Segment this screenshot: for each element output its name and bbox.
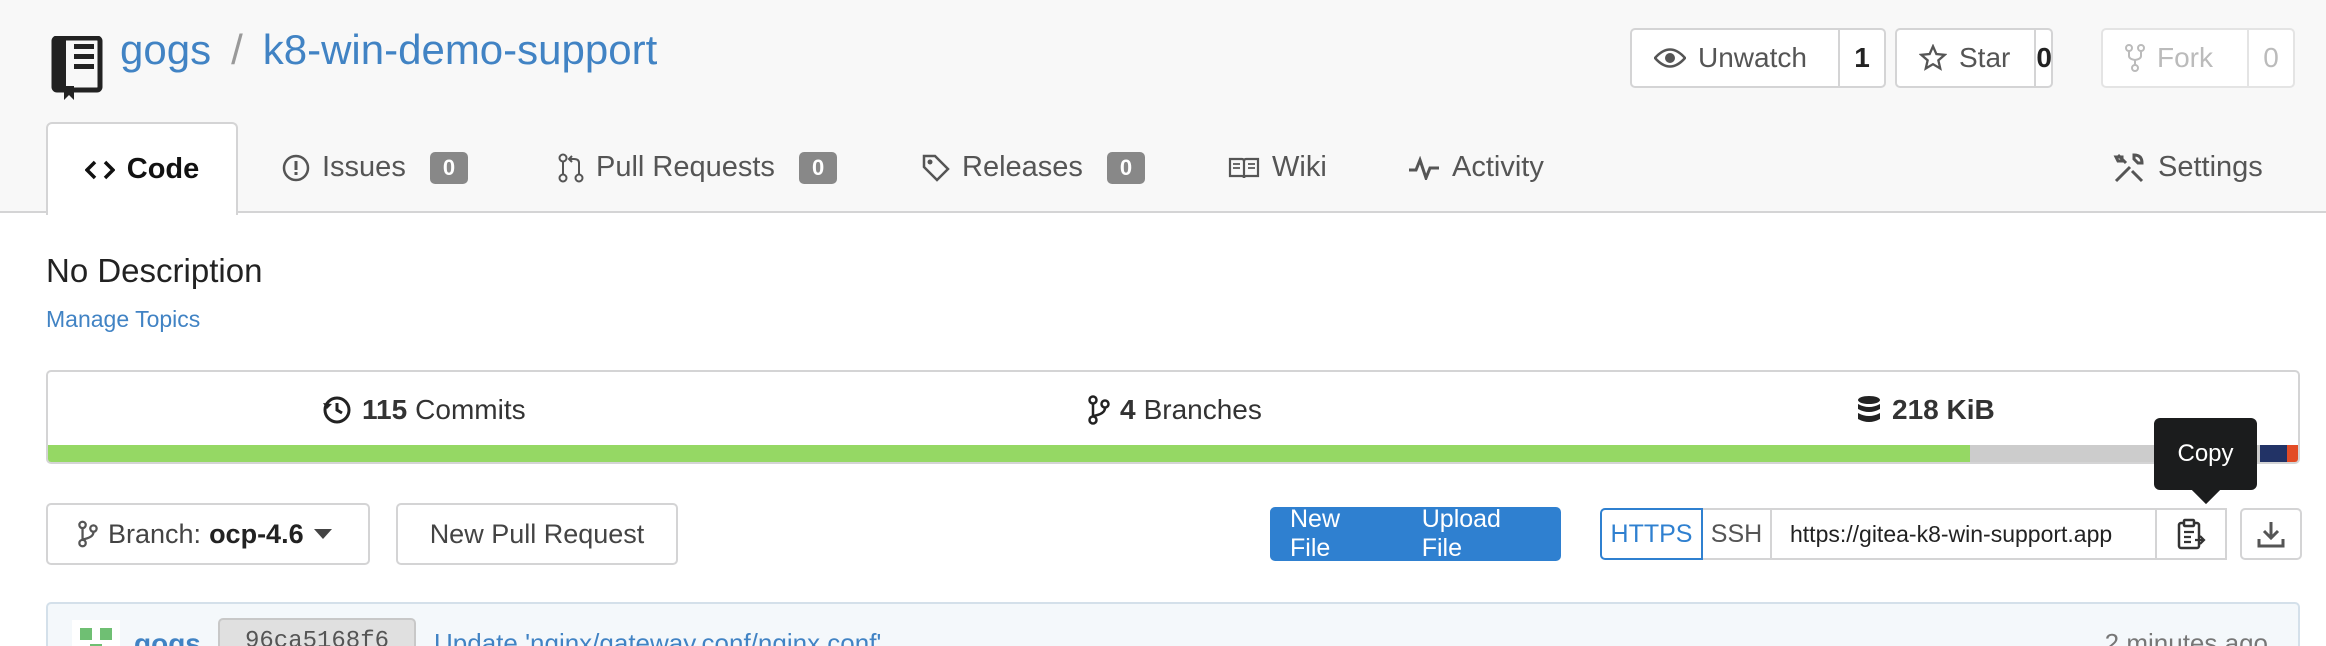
repo-owner-link[interactable]: gogs xyxy=(120,26,211,73)
language-bar-segment xyxy=(2259,445,2287,462)
commit-message-link[interactable]: Update 'nginx/gateway.conf/nginx.conf' xyxy=(434,628,881,646)
copy-url-button[interactable] xyxy=(2155,508,2227,560)
branches-label: Branches xyxy=(1143,394,1262,425)
download-button[interactable] xyxy=(2240,508,2302,560)
tab-code-label: Code xyxy=(126,153,200,185)
repo-description: No Description xyxy=(46,252,263,289)
tab-wiki-label: Wiki xyxy=(1272,151,1327,183)
releases-count-badge: 0 xyxy=(1106,151,1146,184)
download-icon xyxy=(2257,522,2285,548)
latest-commit-row: gogs 96ca5168f6 Update 'nginx/gateway.co… xyxy=(46,602,2300,646)
fork-count: 0 xyxy=(2263,42,2279,73)
pulls-count-badge: 0 xyxy=(798,151,838,184)
repo-header: gogs / k8-win-demo-support Unwatch 1 Star … xyxy=(0,0,2326,215)
branches-count: 4 xyxy=(1120,394,1136,425)
watch-button-group: Unwatch 1 xyxy=(1630,28,1886,88)
clone-url-input[interactable]: https://gitea-k8-win-support.app xyxy=(1772,508,2155,560)
language-bar-segment xyxy=(2286,445,2298,462)
commits-count: 115 xyxy=(362,394,408,425)
unwatch-label: Unwatch xyxy=(1698,42,1807,73)
clipboard-icon xyxy=(2177,518,2206,550)
star-button-group: Star 0 xyxy=(1895,28,2053,88)
new-file-button[interactable]: New File xyxy=(1270,505,1402,563)
tab-settings[interactable]: Settings xyxy=(2112,122,2263,213)
branch-dropdown[interactable]: Branch: ocp-4.6 xyxy=(46,503,370,565)
tab-releases[interactable]: Releases 0 xyxy=(922,122,1146,213)
clone-https-button[interactable]: HTTPS xyxy=(1600,508,1703,560)
tab-wiki[interactable]: Wiki xyxy=(1228,122,1327,213)
star-count[interactable]: 0 xyxy=(2036,30,2052,86)
repo-stats-panel: 115 Commits 4 Branches 218 KiB xyxy=(46,370,2300,464)
language-bar-segment xyxy=(48,445,1970,462)
branch-icon xyxy=(78,520,98,548)
fork-label: Fork xyxy=(2157,42,2213,73)
commit-time: 2 minutes ago xyxy=(2104,628,2268,646)
new-pull-request-button[interactable]: New Pull Request xyxy=(396,503,678,565)
issue-icon xyxy=(282,154,310,181)
tab-issues-label: Issues xyxy=(322,151,406,183)
database-icon xyxy=(1858,396,1880,422)
commit-sha-label[interactable]: 96ca5168f6 xyxy=(218,618,416,646)
tab-activity[interactable]: Activity xyxy=(1408,122,1544,213)
copy-tooltip: Copy xyxy=(2154,418,2257,490)
pull-request-icon xyxy=(558,153,584,182)
tab-releases-label: Releases xyxy=(962,151,1083,183)
code-icon xyxy=(84,160,115,179)
repo-name-link[interactable]: k8-win-demo-support xyxy=(263,26,658,73)
repo-book-icon xyxy=(51,36,103,100)
branch-name: ocp-4.6 xyxy=(209,518,304,549)
pulse-icon xyxy=(1409,155,1439,180)
star-label: Star xyxy=(1959,42,2011,73)
book-icon xyxy=(1228,157,1260,178)
tab-activity-label: Activity xyxy=(1452,151,1544,183)
repo-title: gogs / k8-win-demo-support xyxy=(120,26,657,74)
branch-prefix: Branch: xyxy=(108,518,202,549)
avatar xyxy=(72,620,120,646)
branch-icon xyxy=(1088,395,1110,425)
clone-ssh-button[interactable]: SSH xyxy=(1703,508,1772,560)
tab-issues[interactable]: Issues 0 xyxy=(282,122,469,213)
tools-icon xyxy=(2113,152,2144,182)
fork-button-group: Fork 0 xyxy=(2101,28,2295,88)
language-bar xyxy=(48,445,2298,462)
manage-topics-link[interactable]: Manage Topics xyxy=(46,306,200,333)
repo-size: 218 KiB xyxy=(1892,394,1995,425)
fork-button[interactable]: Fork xyxy=(2103,30,2249,86)
tab-settings-label: Settings xyxy=(2158,151,2263,183)
history-icon xyxy=(323,396,351,424)
tab-code[interactable]: Code xyxy=(46,122,238,215)
issues-count-badge: 0 xyxy=(429,151,469,184)
commits-stat[interactable]: 115 Commits xyxy=(322,394,526,426)
tab-pull-requests-label: Pull Requests xyxy=(596,151,775,183)
star-icon xyxy=(1919,44,1947,71)
unwatch-button[interactable]: Unwatch xyxy=(1632,30,1840,86)
eye-icon xyxy=(1654,48,1686,68)
commit-author-link[interactable]: gogs xyxy=(134,628,201,646)
watch-count[interactable]: 1 xyxy=(1840,30,1884,86)
chevron-down-icon xyxy=(313,529,332,539)
branches-stat[interactable]: 4 Branches xyxy=(1088,394,1262,426)
upload-file-button[interactable]: Upload File xyxy=(1402,505,1561,563)
tab-pull-requests[interactable]: Pull Requests 0 xyxy=(558,122,838,213)
commits-label: Commits xyxy=(415,394,526,425)
repo-separator: / xyxy=(231,26,243,73)
fork-icon xyxy=(2125,44,2145,72)
star-button[interactable]: Star xyxy=(1897,30,2037,86)
tag-icon xyxy=(922,154,950,182)
file-actions-group: New File Upload File xyxy=(1270,505,1561,563)
size-stat: 218 KiB xyxy=(1856,394,2003,426)
